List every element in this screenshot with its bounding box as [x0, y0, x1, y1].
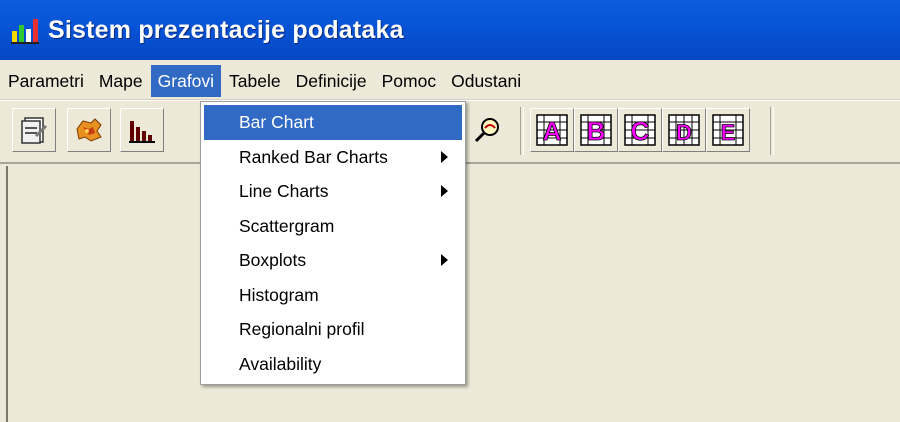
- window-title: Sistem prezentacije podataka: [48, 15, 404, 44]
- table-a-icon: A: [536, 114, 568, 146]
- menu-item-ranked-bar-charts[interactable]: Ranked Bar Charts: [204, 140, 462, 175]
- title-bar[interactable]: Sistem prezentacije podataka: [0, 0, 900, 60]
- table-d-button[interactable]: D: [662, 108, 706, 152]
- submenu-arrow-icon: [441, 254, 448, 267]
- menu-item-label: Line Charts: [239, 181, 329, 201]
- properties-button[interactable]: [12, 108, 56, 152]
- properties-icon: [21, 117, 47, 144]
- toolbar-separator: [770, 107, 774, 155]
- menu-item-line-charts[interactable]: Line Charts: [204, 174, 462, 209]
- menu-item-boxplots[interactable]: Boxplots: [204, 243, 462, 278]
- grafovi-dropdown-menu: Bar Chart Ranked Bar Charts Line Charts …: [200, 101, 466, 385]
- menu-item-regionalni-profil[interactable]: Regionalni profil: [204, 312, 462, 347]
- app-window: Sistem prezentacije podataka Parametri M…: [0, 0, 900, 422]
- magnify-icon: [474, 118, 499, 143]
- bar-chart-icon: [129, 121, 155, 143]
- map-button[interactable]: [67, 108, 111, 152]
- menu-item-label: Boxplots: [239, 250, 307, 270]
- submenu-arrow-icon: [441, 150, 448, 163]
- toolbar-separator: [520, 107, 524, 155]
- menu-item-scattergram[interactable]: Scattergram: [204, 209, 462, 244]
- menu-definicije[interactable]: Definicije: [289, 65, 374, 97]
- table-c-button[interactable]: C: [618, 108, 662, 152]
- menu-item-label: Scattergram: [239, 215, 335, 236]
- table-c-icon: C: [624, 114, 656, 146]
- table-c-glyph: C: [631, 116, 650, 146]
- menu-bar: Parametri Mape Grafovi Tabele Definicije…: [0, 63, 900, 100]
- menu-mape[interactable]: Mape: [92, 65, 150, 97]
- menu-grafovi[interactable]: Grafovi: [150, 65, 222, 97]
- table-e-button[interactable]: E: [706, 108, 750, 152]
- menu-odustani[interactable]: Odustani: [444, 65, 528, 97]
- menu-item-label: Bar Chart: [239, 112, 314, 132]
- table-e-icon: E: [712, 114, 744, 146]
- menu-item-label: Histogram: [239, 284, 319, 305]
- menu-tabele[interactable]: Tabele: [222, 65, 288, 97]
- table-d-icon: D: [668, 114, 700, 146]
- menu-parametri[interactable]: Parametri: [1, 65, 91, 97]
- menu-item-label: Availability: [239, 353, 322, 374]
- menu-item-bar-chart[interactable]: Bar Chart: [204, 105, 462, 140]
- magnify-button[interactable]: [466, 108, 510, 152]
- table-d-glyph: D: [676, 120, 692, 145]
- table-a-glyph: A: [543, 116, 562, 146]
- menu-item-histogram[interactable]: Histogram: [204, 278, 462, 313]
- menu-pomoc[interactable]: Pomoc: [375, 65, 443, 97]
- bar-chart-button[interactable]: [120, 108, 164, 152]
- table-e-glyph: E: [721, 120, 736, 145]
- table-b-glyph: B: [587, 116, 606, 146]
- table-b-button[interactable]: B: [574, 108, 618, 152]
- submenu-arrow-icon: [441, 185, 448, 198]
- menu-item-label: Ranked Bar Charts: [239, 146, 388, 167]
- app-chart-icon: [11, 19, 39, 44]
- menu-item-availability[interactable]: Availability: [204, 347, 462, 382]
- map-icon: [76, 118, 102, 142]
- table-a-button[interactable]: A: [530, 108, 574, 152]
- table-b-icon: B: [580, 114, 612, 146]
- menu-item-label: Regionalni profil: [239, 319, 365, 339]
